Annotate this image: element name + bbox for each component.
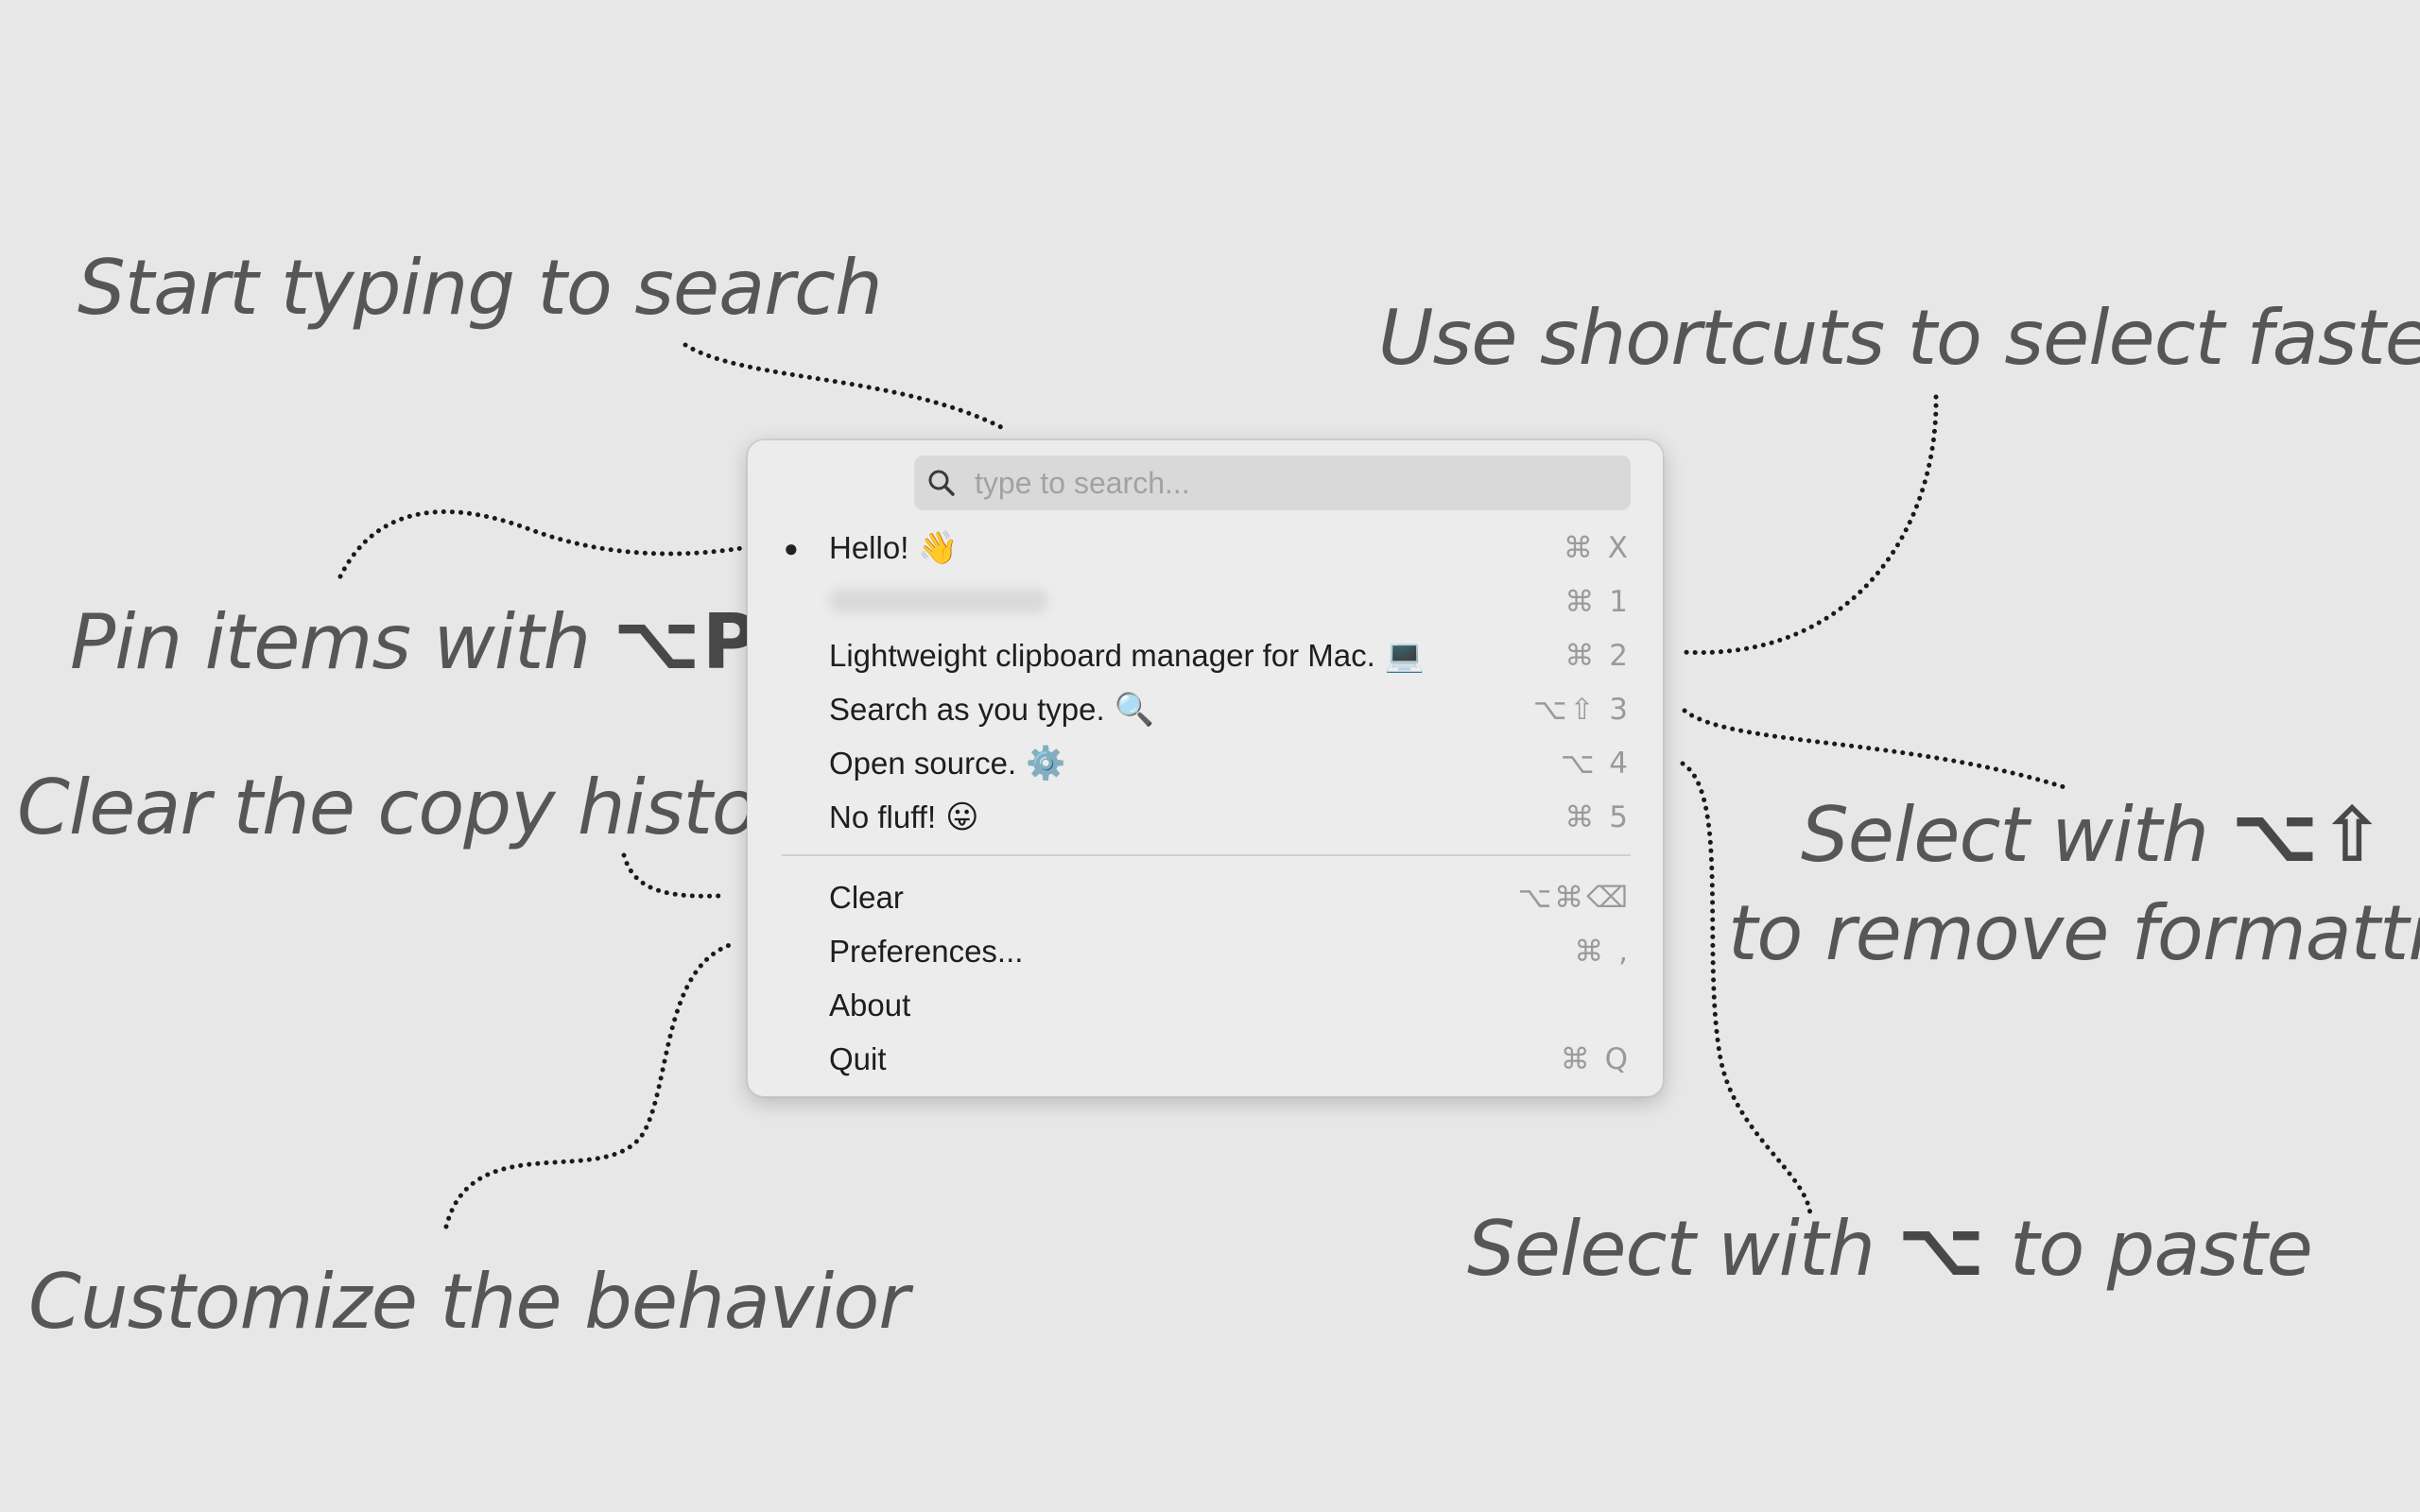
annotation-paste-suffix: to paste xyxy=(2010,1205,2313,1293)
history-item[interactable]: Open source. ⚙️ ⌥ 4 xyxy=(763,737,1650,790)
about-label: About xyxy=(829,988,911,1022)
history-item-label: No fluff! 😛 xyxy=(829,799,979,836)
annotation-paste-text: Select with xyxy=(1467,1205,1876,1293)
history-item[interactable]: No fluff! 😛 ⌘ 5 xyxy=(763,791,1650,844)
annotation-remove-format-keys: ⌥⇧ xyxy=(2231,791,2386,879)
history-item-shortcut: ⌘ 5 xyxy=(1564,800,1631,834)
connector-pin xyxy=(337,509,745,579)
annotation-clear-text: Clear the copy history xyxy=(17,764,832,851)
tongue-face-emoji: 😛 xyxy=(945,799,979,836)
history-item-shortcut: ⌘ 2 xyxy=(1564,639,1631,673)
connector-clear xyxy=(621,852,721,899)
history-item-shortcut: ⌥⇧ 3 xyxy=(1532,693,1631,727)
quit-menu-item[interactable]: Quit ⌘ Q xyxy=(763,1033,1650,1086)
history-item-shortcut: ⌥ 4 xyxy=(1560,747,1631,781)
history-item-pinned[interactable]: ● Hello! 👋 ⌘ X xyxy=(763,522,1650,575)
gear-emoji: ⚙️ xyxy=(1026,745,1066,782)
annotation-customize-text: Customize the behavior xyxy=(28,1258,909,1346)
history-item-label: Hello! 👋 xyxy=(829,529,959,567)
annotation-shortcuts-text: Use shortcuts to select faster xyxy=(1378,294,2420,382)
blurred-content xyxy=(829,589,1048,613)
annotation-remove-format-line2-text: to remove formatting xyxy=(1728,889,2420,977)
annotation-pin: Pin items with ⌥P xyxy=(70,605,759,680)
history-item-label: Open source. ⚙️ xyxy=(829,745,1066,782)
history-item[interactable]: Lightweight clipboard manager for Mac. 💻 … xyxy=(763,629,1650,682)
annotation-clear: Clear the copy history xyxy=(17,770,832,846)
history-item-shortcut: ⌘ 1 xyxy=(1564,585,1631,619)
magnifier-icon xyxy=(928,470,955,496)
annotation-remove-format-text: Select with xyxy=(1801,791,2209,879)
search-field[interactable] xyxy=(914,455,1631,510)
clipboard-menu: ● Hello!👋 ⌘ X ⌘ 1 Lightweight clipboard … xyxy=(747,439,1664,1097)
connector-search xyxy=(683,342,1010,433)
clear-menu-item[interactable]: Clear ⌥⌘⌫ xyxy=(763,871,1650,924)
connector-paste xyxy=(1680,761,1813,1217)
preferences-label: Preferences... xyxy=(829,934,1024,969)
annotation-paste: Select with ⌥ to paste xyxy=(1467,1211,2313,1287)
quit-label: Quit xyxy=(829,1041,887,1076)
menu-separator xyxy=(782,854,1631,856)
magnifier-emoji: 🔍 xyxy=(1114,691,1155,729)
annotation-shortcuts: Use shortcuts to select faster xyxy=(1378,301,2420,376)
annotation-search: Start typing to search xyxy=(78,250,883,326)
annotation-paste-keys: ⌥ xyxy=(1897,1205,1987,1293)
annotation-customize: Customize the behavior xyxy=(28,1264,909,1340)
clear-label: Clear xyxy=(829,880,904,915)
quit-shortcut: ⌘ Q xyxy=(1560,1042,1631,1076)
history-item-shortcut: ⌘ X xyxy=(1563,531,1631,565)
about-menu-item[interactable]: About xyxy=(763,979,1650,1032)
annotation-remove-format-line2: to remove formatting xyxy=(1728,896,2420,971)
connector-shortcuts xyxy=(1680,394,1939,655)
history-item-label: Lightweight clipboard manager for Mac. 💻 xyxy=(829,637,1426,675)
annotation-pin-text: Pin items with xyxy=(70,598,591,686)
clear-shortcut: ⌥⌘⌫ xyxy=(1517,881,1631,915)
annotation-pin-keys: ⌥P xyxy=(613,598,760,686)
annotation-remove-format: Select with ⌥⇧ xyxy=(1801,798,2386,873)
connector-customize xyxy=(443,940,738,1229)
waving-hand-emoji: 👋 xyxy=(918,529,959,567)
pin-bullet-icon: ● xyxy=(784,534,799,562)
history-item[interactable]: Search as you type. 🔍 ⌥⇧ 3 xyxy=(763,683,1650,736)
history-item-label: Search as you type. 🔍 xyxy=(829,691,1155,729)
preferences-menu-item[interactable]: Preferences... ⌘ , xyxy=(763,925,1650,978)
connector-remove-format xyxy=(1682,708,2073,792)
preferences-shortcut: ⌘ , xyxy=(1574,935,1631,969)
history-item-blurred[interactable]: ⌘ 1 xyxy=(763,576,1650,628)
annotation-search-text: Start typing to search xyxy=(78,244,883,332)
search-input[interactable] xyxy=(975,463,1599,503)
laptop-emoji: 💻 xyxy=(1384,637,1426,675)
